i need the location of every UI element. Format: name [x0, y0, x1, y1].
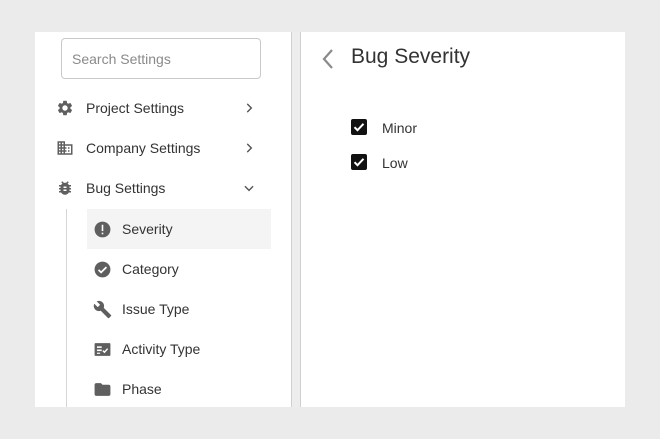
sidebar-subitem-activity-type[interactable]: Activity Type [87, 329, 271, 369]
checkbox-label: Minor [382, 120, 418, 136]
sidebar-subitem-label: Activity Type [122, 341, 201, 357]
gear-icon [55, 98, 75, 118]
chevron-right-icon[interactable] [239, 138, 259, 158]
checkbox-checked[interactable] [351, 153, 367, 170]
panel-splitter[interactable] [291, 32, 301, 407]
sidebar-subitem-label: Category [122, 261, 179, 277]
severity-option-low[interactable]: Low [351, 152, 408, 171]
sidebar-item-label: Bug Settings [86, 180, 166, 196]
checkbox-label: Low [382, 155, 408, 171]
sidebar-item-label: Project Settings [86, 100, 185, 116]
list-check-icon [92, 339, 112, 359]
checkbox-checked[interactable] [351, 118, 367, 135]
severity-option-minor[interactable]: Minor [351, 117, 417, 136]
chevron-down-icon[interactable] [239, 178, 259, 198]
main-content: Bug Severity Minor Low [301, 32, 625, 407]
chevron-right-icon[interactable] [239, 98, 259, 118]
sidebar-item-project-settings[interactable]: Project Settings [51, 88, 259, 128]
sidebar-item-label: Company Settings [86, 140, 201, 156]
folder-icon [92, 379, 112, 399]
page-title: Bug Severity [351, 45, 471, 68]
check-circle-icon [92, 259, 112, 279]
sidebar-subitem-label: Phase [122, 381, 162, 397]
sidebar-subitem-phase[interactable]: Phase [87, 369, 271, 409]
tree-guide-line [66, 209, 67, 407]
sidebar-subitem-label: Issue Type [122, 301, 190, 317]
sidebar-item-company-settings[interactable]: Company Settings [51, 128, 259, 168]
alert-circle-icon [92, 219, 112, 239]
wrench-icon [92, 299, 112, 319]
building-icon [55, 138, 75, 158]
sidebar-item-bug-settings[interactable]: Bug Settings [51, 168, 259, 208]
back-arrow-icon[interactable] [318, 47, 338, 71]
settings-window: Project Settings Company Settings Bug Se… [35, 32, 625, 407]
sidebar-subitem-issue-type[interactable]: Issue Type [87, 289, 271, 329]
search-input[interactable] [61, 38, 261, 79]
sidebar-subitem-category[interactable]: Category [87, 249, 271, 289]
bug-icon [55, 178, 75, 198]
sidebar-subitem-label: Severity [122, 221, 173, 237]
settings-sidebar: Project Settings Company Settings Bug Se… [35, 32, 291, 407]
sidebar-subitem-severity[interactable]: Severity [87, 209, 271, 249]
